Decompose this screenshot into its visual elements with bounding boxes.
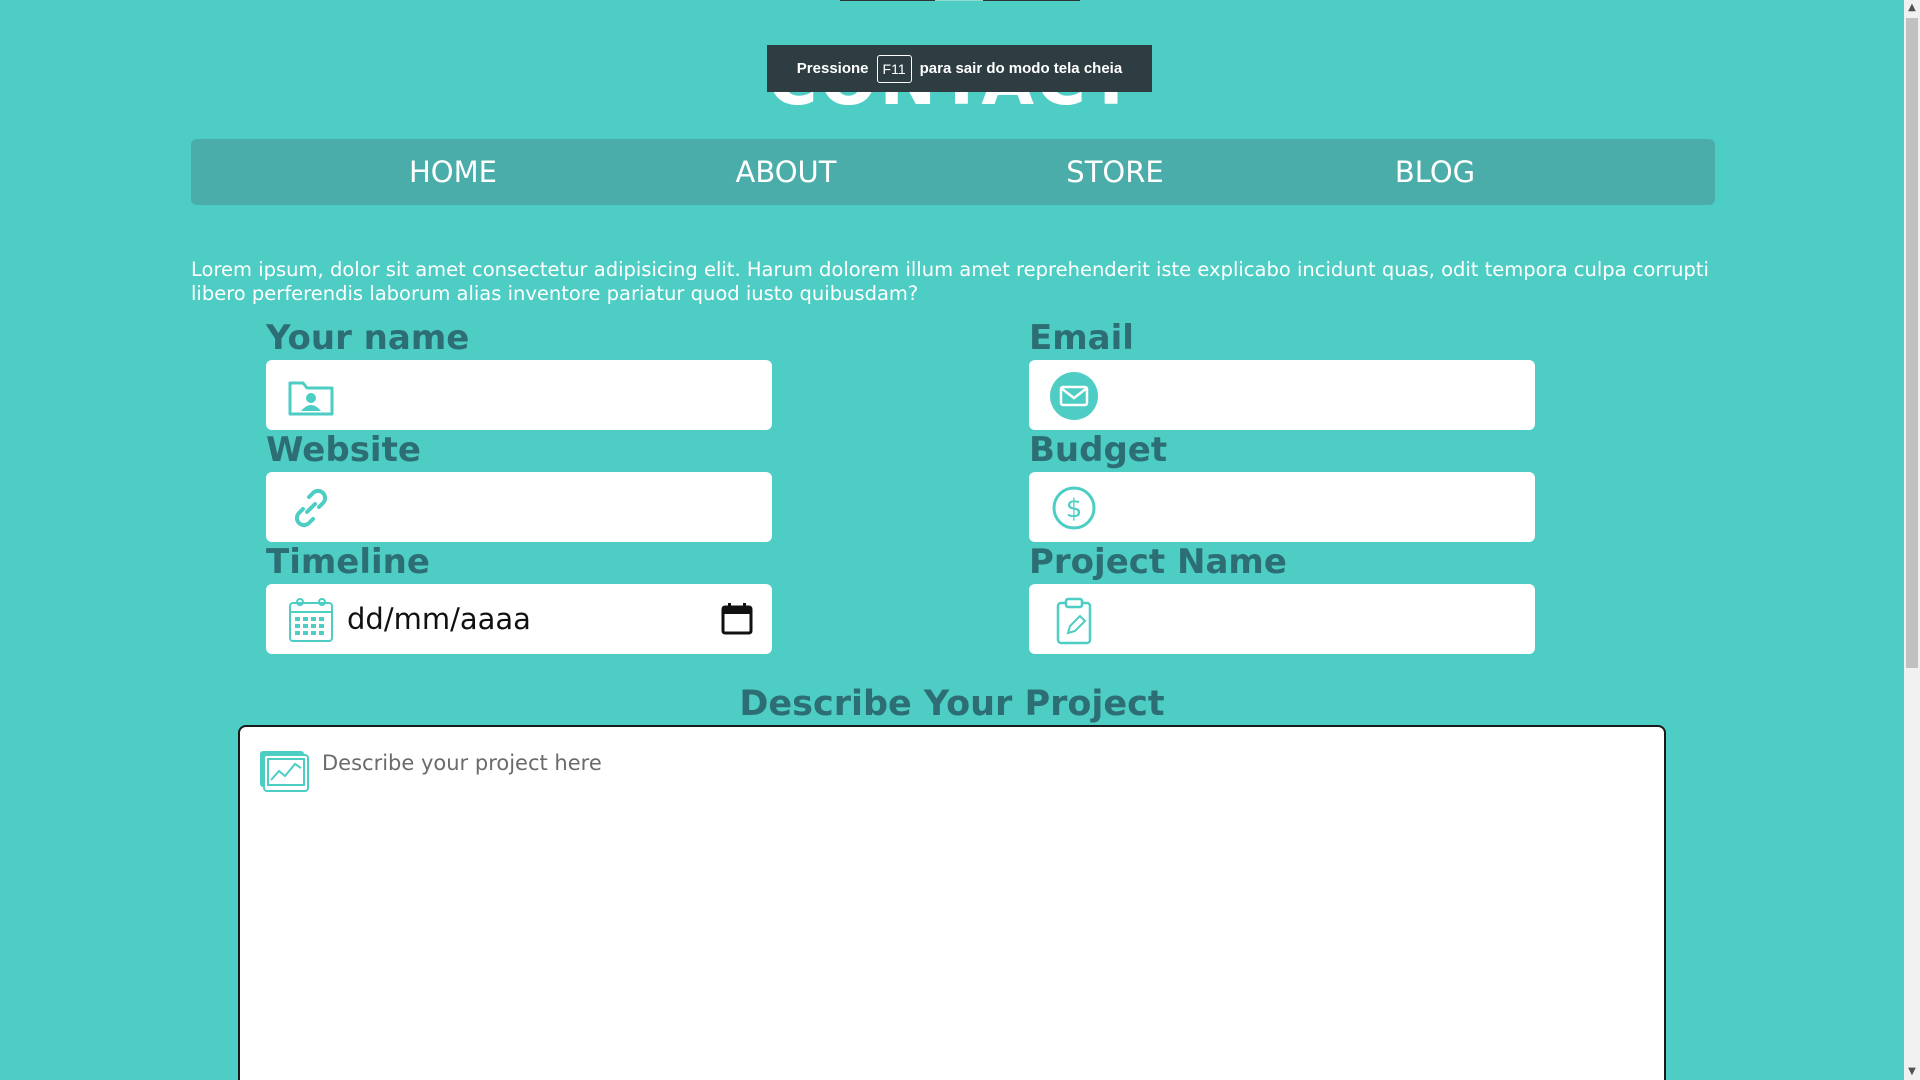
envelope-icon xyxy=(1050,372,1098,420)
scrollbar-thumb[interactable] xyxy=(1906,18,1918,668)
scroll-down-arrow-icon[interactable]: ▼ xyxy=(1904,1064,1920,1080)
f11-key-badge: F11 xyxy=(876,54,912,83)
website-field[interactable] xyxy=(266,472,772,542)
date-input-value: dd/mm/aaaa xyxy=(347,602,531,636)
calendar-icon xyxy=(289,598,333,642)
project-name-field[interactable] xyxy=(1029,584,1535,654)
budget-label: Budget xyxy=(1029,430,1168,470)
project-description-textarea[interactable]: Describe your project here xyxy=(238,725,1666,1080)
chart-report-icon xyxy=(260,751,309,792)
project-name-label: Project Name xyxy=(1029,542,1287,582)
link-icon xyxy=(294,488,328,528)
budget-field[interactable]: $ xyxy=(1029,472,1535,542)
email-field[interactable] xyxy=(1029,360,1535,430)
top-divider xyxy=(840,0,1080,1)
fullscreen-notice-prefix: Pressione xyxy=(796,60,869,77)
name-field[interactable] xyxy=(266,360,772,430)
page: CONTACT Pressione F11 para sair do modo … xyxy=(0,0,1904,1080)
nav-blog-link[interactable]: BLOG xyxy=(1381,139,1489,205)
vertical-scrollbar[interactable]: ▲ ▼ xyxy=(1904,0,1920,1080)
date-picker-icon[interactable] xyxy=(720,602,754,636)
intro-text: Lorem ipsum, dolor sit amet consectetur … xyxy=(191,258,1709,305)
svg-text:$: $ xyxy=(1066,494,1083,524)
fullscreen-notice-suffix: para sair do modo tela cheia xyxy=(919,60,1123,77)
name-label: Your name xyxy=(266,318,470,358)
email-label: Email xyxy=(1029,318,1134,358)
dollar-icon: $ xyxy=(1052,486,1096,530)
description-placeholder: Describe your project here xyxy=(322,751,602,775)
describe-project-title: Describe Your Project xyxy=(739,684,1165,724)
clipboard-icon xyxy=(1056,597,1092,645)
nav-store-link[interactable]: STORE xyxy=(1057,139,1173,205)
timeline-date-input[interactable]: dd/mm/aaaa xyxy=(266,584,772,654)
timeline-label: Timeline xyxy=(266,542,430,582)
contact-folder-icon xyxy=(288,381,334,416)
main-nav: HOME ABOUT STORE BLOG xyxy=(191,139,1715,205)
nav-about-link[interactable]: ABOUT xyxy=(721,139,851,205)
scroll-up-arrow-icon[interactable]: ▲ xyxy=(1904,0,1920,16)
website-label: Website xyxy=(266,430,421,470)
nav-home-link[interactable]: HOME xyxy=(391,139,515,205)
fullscreen-notice: Pressione F11 para sair do modo tela che… xyxy=(767,45,1152,92)
